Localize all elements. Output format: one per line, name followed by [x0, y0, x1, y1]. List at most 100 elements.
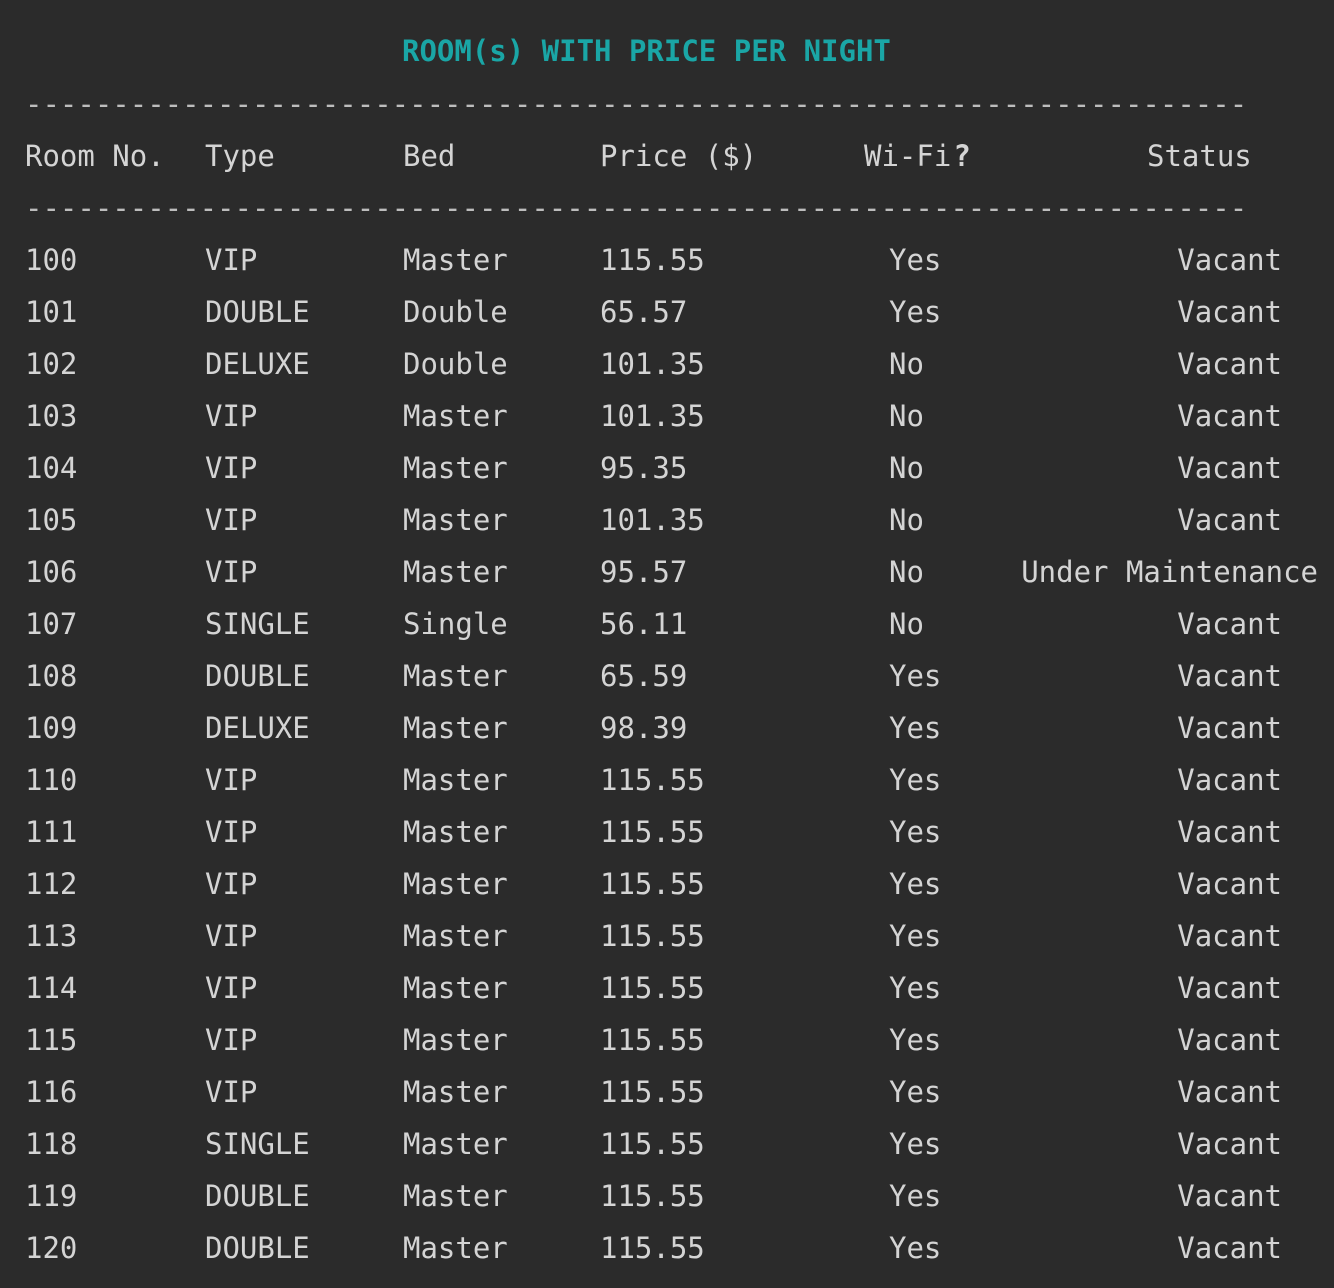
status-cell: Vacant — [1177, 1179, 1282, 1213]
price-cell: 115.55 — [600, 1179, 705, 1213]
price-cell: 115.55 — [600, 243, 705, 277]
room-number-cell: 106 — [25, 555, 78, 589]
room-type-cell: VIP — [205, 919, 258, 953]
table-row: 102 DELUXE Double 101.35 No Vacant — [0, 338, 1334, 390]
table-row: 113 VIP Master 115.55 Yes Vacant — [0, 910, 1334, 962]
room-number-cell: 114 — [25, 971, 78, 1005]
room-type-cell: VIP — [205, 1075, 258, 1109]
room-type-cell: VIP — [205, 503, 258, 537]
status-cell: Vacant — [1177, 763, 1282, 797]
status-cell: Vacant — [1177, 607, 1282, 641]
bed-type-cell: Master — [403, 503, 508, 537]
bed-type-cell: Master — [403, 763, 508, 797]
room-type-cell: VIP — [205, 399, 258, 433]
table-row: 120 DOUBLE Master 115.55 Yes Vacant — [0, 1222, 1334, 1274]
bed-type-cell: Master — [403, 1075, 508, 1109]
room-type-cell: SINGLE — [205, 1127, 310, 1161]
room-number-cell: 104 — [25, 451, 78, 485]
bed-type-cell: Master — [403, 1179, 508, 1213]
room-number-cell: 107 — [25, 607, 78, 641]
price-cell: 115.55 — [600, 971, 705, 1005]
bed-type-cell: Master — [403, 659, 508, 693]
status-cell: Vacant — [1177, 1231, 1282, 1265]
room-type-cell: VIP — [205, 1023, 258, 1057]
bed-type-cell: Master — [403, 867, 508, 901]
header-room-no: Room No. — [25, 139, 165, 173]
status-cell: Vacant — [1177, 815, 1282, 849]
room-number-cell: 105 — [25, 503, 78, 537]
room-number-cell: 112 — [25, 867, 78, 901]
room-type-cell: VIP — [205, 971, 258, 1005]
price-cell: 115.55 — [600, 1023, 705, 1057]
bed-type-cell: Master — [403, 1023, 508, 1057]
room-number-cell: 110 — [25, 763, 78, 797]
table-row: 115 VIP Master 115.55 Yes Vacant — [0, 1014, 1334, 1066]
bed-type-cell: Single — [403, 607, 508, 641]
status-cell: Vacant — [1177, 243, 1282, 277]
table-row: 110 VIP Master 115.55 Yes Vacant — [0, 754, 1334, 806]
table-row: 106 VIP Master 95.57 No Under Maintenance — [0, 546, 1334, 598]
wifi-cell: Yes — [889, 1231, 942, 1265]
room-type-cell: VIP — [205, 867, 258, 901]
price-cell: 95.57 — [600, 555, 688, 589]
bed-type-cell: Master — [403, 919, 508, 953]
room-type-cell: DOUBLE — [205, 1179, 310, 1213]
room-number-cell: 119 — [25, 1179, 78, 1213]
room-number-cell: 113 — [25, 919, 78, 953]
price-cell: 98.39 — [600, 711, 688, 745]
table-row: 116 VIP Master 115.55 Yes Vacant — [0, 1066, 1334, 1118]
room-type-cell: DELUXE — [205, 711, 310, 745]
room-type-cell: SINGLE — [205, 607, 310, 641]
price-cell: 115.55 — [600, 815, 705, 849]
status-cell: Vacant — [1177, 503, 1282, 537]
status-cell: Vacant — [1177, 971, 1282, 1005]
table-row: 108 DOUBLE Master 65.59 Yes Vacant — [0, 650, 1334, 702]
wifi-cell: No — [889, 555, 924, 589]
table-row: 111 VIP Master 115.55 Yes Vacant — [0, 806, 1334, 858]
table-row: 101 DOUBLE Double 65.57 Yes Vacant — [0, 286, 1334, 338]
status-cell: Vacant — [1177, 1023, 1282, 1057]
status-cell: Vacant — [1177, 919, 1282, 953]
price-cell: 115.55 — [600, 867, 705, 901]
status-cell: Vacant — [1177, 1127, 1282, 1161]
room-type-cell: VIP — [205, 555, 258, 589]
bed-type-cell: Double — [403, 347, 508, 381]
wifi-cell: Yes — [889, 1023, 942, 1057]
price-cell: 95.35 — [600, 451, 688, 485]
wifi-cell: Yes — [889, 763, 942, 797]
room-number-cell: 116 — [25, 1075, 78, 1109]
status-cell: Vacant — [1177, 659, 1282, 693]
bed-type-cell: Master — [403, 399, 508, 433]
room-type-cell: VIP — [205, 243, 258, 277]
table-row: 104 VIP Master 95.35 No Vacant — [0, 442, 1334, 494]
room-number-cell: 120 — [25, 1231, 78, 1265]
bed-type-cell: Master — [403, 243, 508, 277]
table-row: 107 SINGLE Single 56.11 No Vacant — [0, 598, 1334, 650]
room-number-cell: 100 — [25, 243, 78, 277]
wifi-cell: Yes — [889, 711, 942, 745]
table-row: 100 VIP Master 115.55 Yes Vacant — [0, 234, 1334, 286]
table-row: 112 VIP Master 115.55 Yes Vacant — [0, 858, 1334, 910]
bed-type-cell: Master — [403, 711, 508, 745]
bed-type-cell: Master — [403, 555, 508, 589]
header-type: Type — [205, 139, 275, 173]
wifi-cell: No — [889, 607, 924, 641]
room-number-cell: 102 — [25, 347, 78, 381]
table-row: 105 VIP Master 101.35 No Vacant — [0, 494, 1334, 546]
room-type-cell: VIP — [205, 451, 258, 485]
status-cell: Vacant — [1177, 711, 1282, 745]
header-wifi-label: Wi-Fi — [864, 139, 952, 173]
wifi-cell: Yes — [889, 1075, 942, 1109]
wifi-cell: No — [889, 451, 924, 485]
header-price: Price ($) — [600, 139, 758, 173]
price-cell: 65.57 — [600, 295, 688, 329]
status-cell: Vacant — [1177, 451, 1282, 485]
bed-type-cell: Double — [403, 295, 508, 329]
room-number-cell: 111 — [25, 815, 78, 849]
room-type-cell: VIP — [205, 763, 258, 797]
table-row: 119 DOUBLE Master 115.55 Yes Vacant — [0, 1170, 1334, 1222]
bed-type-cell: Master — [403, 815, 508, 849]
price-cell: 115.55 — [600, 1231, 705, 1265]
price-cell: 65.59 — [600, 659, 688, 693]
status-cell: Vacant — [1177, 295, 1282, 329]
